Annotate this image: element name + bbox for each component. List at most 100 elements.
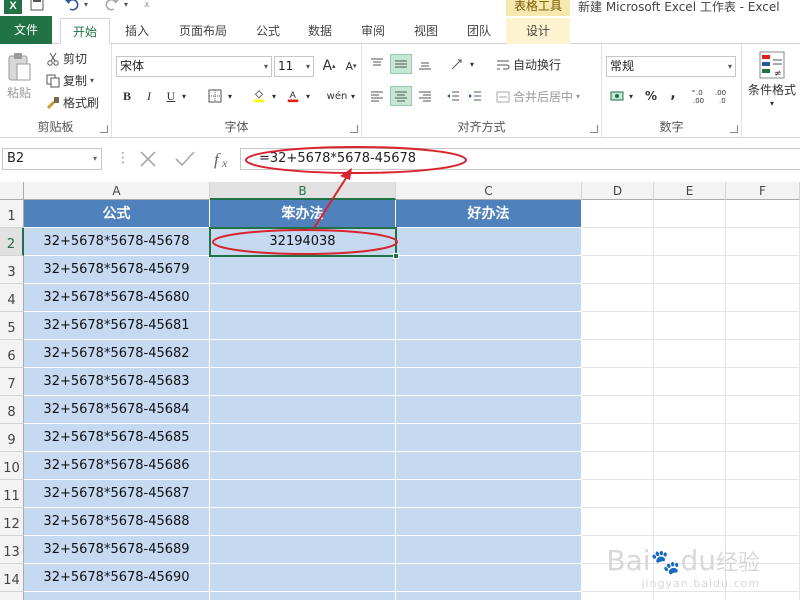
grid-cell[interactable] [726,200,800,228]
table-header-cell[interactable]: 公式 [24,200,210,228]
grid-cell[interactable] [654,424,726,452]
italic-button[interactable]: I [138,86,160,106]
grid-cell[interactable] [654,228,726,256]
tab-page-layout[interactable]: 页面布局 [168,18,238,44]
accounting-dropdown-icon[interactable]: ▾ [626,86,636,106]
align-left-button[interactable] [366,86,388,106]
grid-cell[interactable] [726,256,800,284]
fill-color-dropdown-icon[interactable]: ▾ [268,86,280,106]
row-header[interactable]: 9 [0,424,24,452]
table-cell[interactable]: 32+5678*5678-45678 [24,228,210,256]
accounting-format-button[interactable] [606,86,628,106]
table-cell[interactable]: 32+5678*5678-45689 [24,536,210,564]
grid-cell[interactable] [582,284,654,312]
table-cell[interactable] [396,564,582,592]
table-cell[interactable]: 32+5678*5678-45681 [24,312,210,340]
table-cell[interactable] [396,480,582,508]
borders-button[interactable] [204,86,226,106]
tab-design[interactable]: 设计 [506,18,570,44]
table-cell[interactable]: 32+5678*5678-45684 [24,396,210,424]
table-cell[interactable] [210,340,396,368]
row-header[interactable]: 5 [0,312,24,340]
table-cell[interactable] [396,368,582,396]
table-cell[interactable]: 32+5678*5678-45683 [24,368,210,396]
table-cell[interactable] [210,368,396,396]
name-box[interactable]: B2 ▾ [2,148,102,170]
grid-cell[interactable] [582,452,654,480]
grid-cell[interactable] [654,592,726,600]
grid-cell[interactable] [582,368,654,396]
formula-input[interactable]: =32+5678*5678-45678 [240,148,800,170]
row-header[interactable] [0,592,24,600]
grid-cell[interactable] [582,312,654,340]
tab-view[interactable]: 视图 [404,18,448,44]
tab-formulas[interactable]: 公式 [246,18,290,44]
table-cell[interactable] [396,508,582,536]
table-cell[interactable] [396,256,582,284]
grid-cell[interactable] [654,312,726,340]
undo-dropdown-icon[interactable]: ▾ [84,0,88,16]
column-header-b[interactable]: B [210,182,396,200]
table-cell[interactable]: 32+5678*5678-45680 [24,284,210,312]
table-header-cell[interactable]: 好办法 [396,200,582,228]
enter-checkmark-icon[interactable] [174,150,196,168]
clipboard-launcher-icon[interactable] [100,125,108,133]
redo-dropdown-icon[interactable]: ▾ [124,0,128,16]
copy-button[interactable]: 复制 ▾ [46,72,94,89]
grid-cell[interactable] [582,480,654,508]
decrease-decimal-button[interactable]: .00.0 [712,86,734,106]
conditional-formatting-button[interactable]: ≠ 条件格式 ▾ [748,50,796,108]
row-header[interactable]: 10 [0,452,24,480]
table-cell[interactable]: 32+5678*5678-45685 [24,424,210,452]
table-cell[interactable] [210,480,396,508]
font-color-dropdown-icon[interactable]: ▾ [302,86,314,106]
orientation-button[interactable] [446,54,468,74]
grid-cell[interactable] [726,592,800,600]
more-options-icon[interactable]: ⋮ [116,150,130,166]
row-header[interactable]: 13 [0,536,24,564]
column-header-d[interactable]: D [582,182,654,200]
grid-cell[interactable] [654,508,726,536]
grid-cell[interactable] [654,368,726,396]
number-format-combo[interactable]: 常规 ▾ [606,56,736,77]
table-cell[interactable] [396,312,582,340]
row-header[interactable]: 1 [0,200,24,228]
grid-cell[interactable] [654,340,726,368]
bold-button[interactable]: B [116,86,138,106]
table-cell[interactable] [210,256,396,284]
row-header[interactable]: 6 [0,340,24,368]
grid-cell[interactable] [582,340,654,368]
merge-dropdown-icon[interactable]: ▾ [576,92,580,101]
grid-cell[interactable] [726,396,800,424]
increase-indent-button[interactable] [464,86,486,106]
row-header[interactable]: 12 [0,508,24,536]
grid-cell[interactable] [582,200,654,228]
table-cell[interactable] [210,452,396,480]
grid-cell[interactable] [726,312,800,340]
table-cell[interactable] [396,452,582,480]
table-cell[interactable] [396,340,582,368]
font-color-button[interactable]: A [282,86,304,106]
redo-icon[interactable] [104,0,120,13]
column-header-a[interactable]: A [24,182,210,200]
grid-cell[interactable] [726,228,800,256]
grid-cell[interactable] [654,396,726,424]
table-cell[interactable]: 32+5678*5678-45690 [24,564,210,592]
column-header-f[interactable]: F [726,182,800,200]
comma-button[interactable]: , [662,84,684,104]
grid-cell[interactable] [726,480,800,508]
save-icon[interactable] [30,0,44,13]
align-top-button[interactable] [366,54,388,74]
undo-icon[interactable] [64,0,80,13]
grid-cell[interactable] [24,592,210,600]
table-cell[interactable] [210,312,396,340]
table-cell[interactable]: 32+5678*5678-45686 [24,452,210,480]
tab-data[interactable]: 数据 [298,18,342,44]
table-cell[interactable] [396,424,582,452]
grid-cell[interactable] [210,592,396,600]
row-header[interactable]: 11 [0,480,24,508]
grid-cell[interactable] [396,592,582,600]
table-cell[interactable] [210,396,396,424]
percent-button[interactable]: % [640,86,662,106]
paste-button[interactable]: 粘贴 [6,52,32,101]
